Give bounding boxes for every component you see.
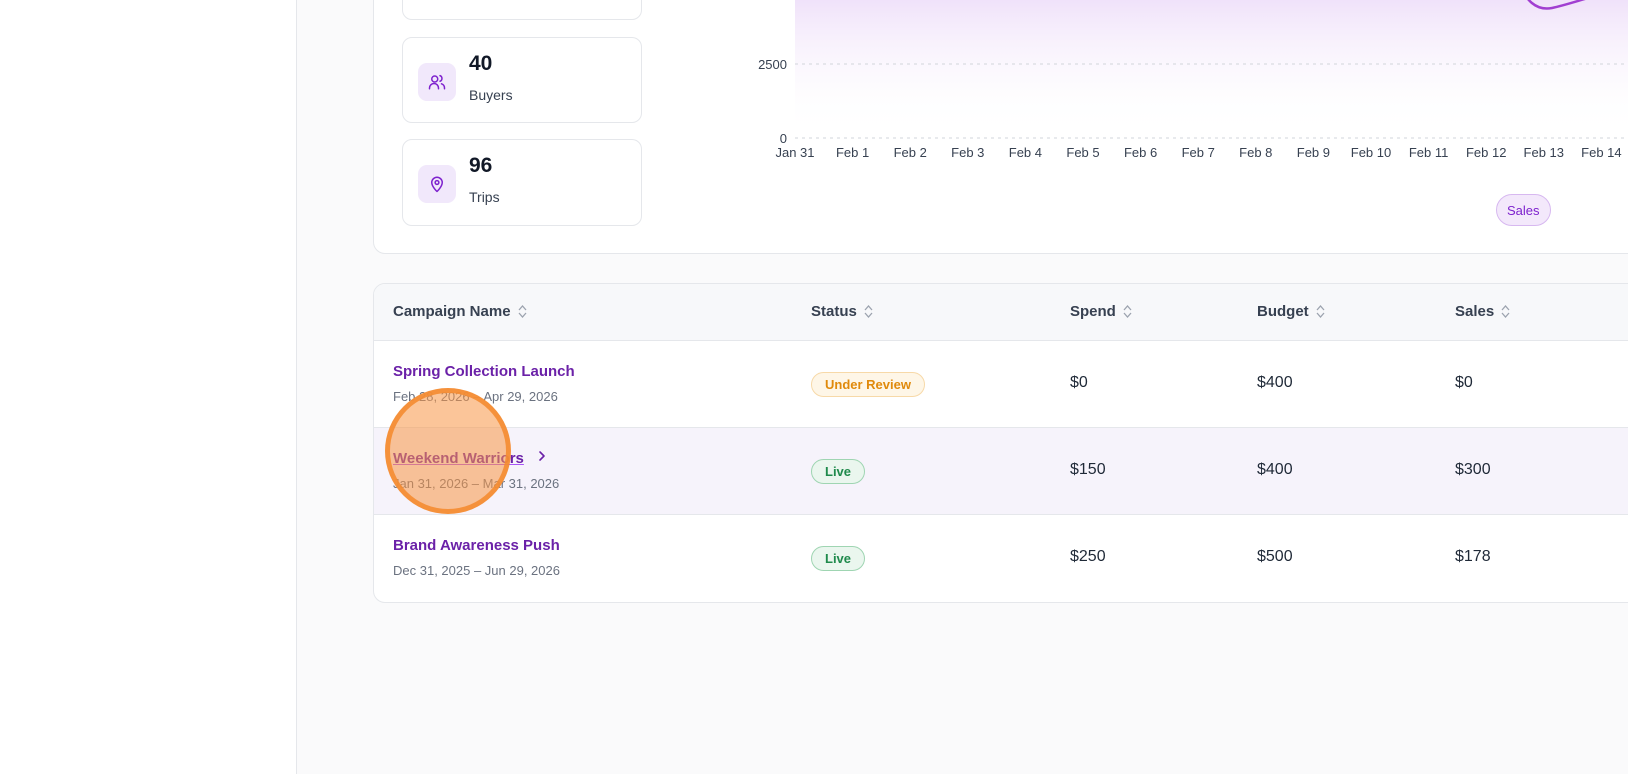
table-row[interactable]: Spring Collection Launch Feb 28, 2026 – … [374, 341, 1628, 428]
spend-cell: $150 [1070, 461, 1106, 478]
campaign-dates: Jan 31, 2026 – Mar 31, 2026 [393, 476, 560, 491]
y-axis-ticks: 0 2500 [758, 57, 787, 146]
budget-cell: $400 [1257, 374, 1293, 391]
users-icon [418, 63, 456, 101]
x-tick-label: Feb 8 [1239, 145, 1272, 160]
y-tick-label: 0 [780, 131, 787, 146]
x-tick-label: Feb 1 [836, 145, 869, 160]
sales-cell: $300 [1455, 461, 1491, 478]
sidebar [0, 0, 297, 774]
column-header-campaign-name[interactable]: Campaign Name [393, 303, 527, 320]
column-header-sales[interactable]: Sales [1455, 303, 1510, 320]
campaign-name-link[interactable]: Brand Awareness Push [393, 537, 560, 554]
campaign-dates: Feb 28, 2026 – Apr 29, 2026 [393, 389, 558, 404]
buyers-value: 40 [469, 52, 493, 75]
stat-card-top [402, 0, 642, 20]
main-content: 40 Buyers 96 Trips 0 2500 Jan 31 Feb 1 F… [297, 0, 1628, 774]
sort-icon [518, 305, 527, 318]
buyers-label: Buyers [469, 87, 513, 103]
trips-label: Trips [469, 189, 500, 205]
x-tick-label: Feb 5 [1066, 145, 1099, 160]
x-tick-label: Feb 10 [1351, 145, 1391, 160]
trips-value: 96 [469, 154, 493, 177]
campaign-name-link[interactable]: Spring Collection Launch [393, 363, 575, 380]
budget-cell: $400 [1257, 461, 1293, 478]
budget-cell: $500 [1257, 548, 1293, 565]
chevron-right-icon[interactable] [535, 449, 549, 463]
sales-cell: $178 [1455, 548, 1491, 565]
table-row[interactable]: Brand Awareness Push Dec 31, 2025 – Jun … [374, 515, 1628, 602]
y-tick-label: 2500 [758, 57, 787, 72]
map-pin-icon [418, 165, 456, 203]
sort-icon [864, 305, 873, 318]
campaign-dates: Dec 31, 2025 – Jun 29, 2026 [393, 563, 560, 578]
sort-icon [1501, 305, 1510, 318]
sales-chart-svg: 0 2500 Jan 31 Feb 1 Feb 2 Feb 3 Feb 4 Feb 5 Feb… [758, 0, 1628, 160]
status-badge: Live [811, 546, 866, 571]
table-header: Campaign Name Status Spend Budget Sales [374, 284, 1628, 341]
app-root: 40 Buyers 96 Trips 0 2500 Jan 31 Feb 1 F… [0, 0, 1628, 774]
table-row[interactable]: Weekend Warriors Jan 31, 2026 – Mar 31, … [374, 428, 1628, 515]
x-tick-label: Feb 13 [1524, 145, 1564, 160]
status-badge: Under Review [811, 372, 925, 397]
overview-card: 40 Buyers 96 Trips 0 2500 Jan 31 Feb 1 F… [373, 0, 1628, 254]
sort-icon [1123, 305, 1132, 318]
x-tick-label: Feb 14 [1581, 145, 1621, 160]
stat-card-buyers: 40 Buyers [402, 37, 642, 123]
x-axis-ticks: Jan 31 Feb 1 Feb 2 Feb 3 Feb 4 Feb 5 Feb 6 Feb … [775, 145, 1621, 160]
legend-sales[interactable]: Sales [1496, 194, 1551, 226]
x-tick-label: Feb 12 [1466, 145, 1506, 160]
x-tick-label: Feb 3 [951, 145, 984, 160]
status-badge: Live [811, 459, 866, 484]
x-tick-label: Jan 31 [775, 145, 814, 160]
x-tick-label: Feb 4 [1009, 145, 1042, 160]
sort-icon [1316, 305, 1325, 318]
campaigns-table: Campaign Name Status Spend Budget Sales [373, 283, 1628, 603]
x-tick-label: Feb 11 [1409, 145, 1449, 160]
sales-area [795, 0, 1628, 136]
x-tick-label: Feb 2 [894, 145, 927, 160]
sales-cell: $0 [1455, 374, 1473, 391]
sales-area-fill [795, 0, 1628, 136]
column-header-status[interactable]: Status [811, 303, 873, 320]
x-tick-label: Feb 9 [1297, 145, 1330, 160]
spend-cell: $250 [1070, 548, 1106, 565]
column-header-budget[interactable]: Budget [1257, 303, 1325, 320]
x-tick-label: Feb 7 [1182, 145, 1215, 160]
stat-card-trips: 96 Trips [402, 139, 642, 226]
sales-chart: 0 2500 Jan 31 Feb 1 Feb 2 Feb 3 Feb 4 Feb 5 Feb… [664, 0, 1628, 255]
column-header-spend[interactable]: Spend [1070, 303, 1132, 320]
campaign-name-link[interactable]: Weekend Warriors [393, 450, 524, 467]
spend-cell: $0 [1070, 374, 1088, 391]
x-tick-label: Feb 6 [1124, 145, 1157, 160]
